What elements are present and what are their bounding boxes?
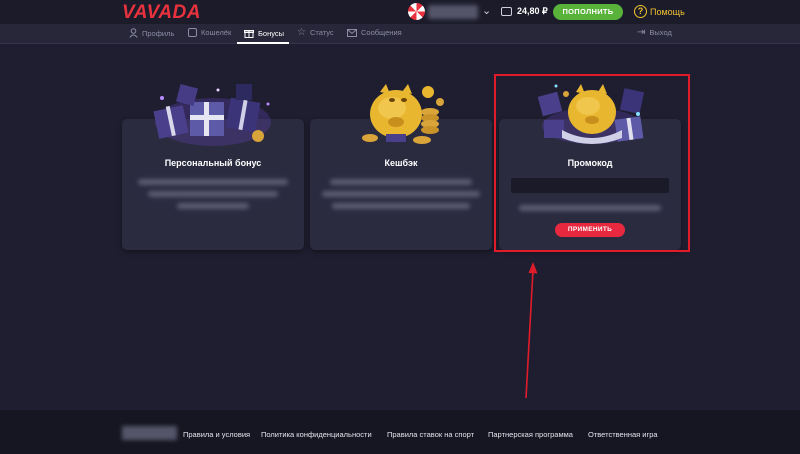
logout-label: Выход [649, 28, 672, 37]
wallet-icon [188, 28, 197, 37]
blurred-description [322, 191, 480, 197]
tab-messages[interactable]: Сообщения [347, 28, 402, 37]
gift-boxes-image [153, 83, 271, 146]
footer-logo-blurred [122, 426, 177, 440]
top-header: VAVADA ⌄ 24,80 ₽ ПОПОЛНИТЬ ? Помощь [0, 0, 800, 24]
tab-profile[interactable]: Профиль [129, 28, 174, 38]
card-title: Персональный бонус [164, 158, 262, 168]
gift-icon [244, 30, 254, 38]
avatar[interactable] [408, 3, 425, 20]
blurred-description [177, 203, 249, 209]
logout-icon: ⇥ [637, 27, 646, 38]
piggy-bank-coins-image [362, 84, 444, 144]
blurred-description [332, 203, 470, 209]
balance: 24,80 ₽ [517, 6, 548, 16]
account-nav: Профиль Кошелёк Бонусы ☆ Статус Сообщени… [0, 24, 800, 44]
wallet-icon [501, 7, 512, 16]
tab-label: Бонусы [258, 28, 285, 38]
tab-label: Сообщения [361, 28, 402, 37]
logout-link[interactable]: ⇥ Выход [637, 27, 672, 38]
active-tab-underline [237, 42, 289, 44]
card-title: Кешбэк [384, 158, 418, 168]
arrow-annotation [525, 262, 538, 399]
tab-wallet[interactable]: Кошелёк [188, 28, 231, 37]
footer-link-affiliate[interactable]: Партнерская программа [488, 430, 573, 439]
help-icon[interactable]: ? [634, 5, 647, 18]
blurred-description [148, 191, 278, 197]
footer-link-sports-rules[interactable]: Правила ставок на спорт [387, 430, 474, 439]
tab-label: Профиль [142, 28, 175, 38]
footer-link-terms[interactable]: Правила и условия [183, 430, 250, 439]
footer-link-responsible-gaming[interactable]: Ответственная игра [588, 430, 658, 439]
promocode-highlight-box [494, 74, 690, 252]
chevron-down-icon[interactable]: ⌄ [482, 4, 491, 17]
mail-icon [347, 28, 357, 37]
help-link[interactable]: Помощь [650, 7, 685, 17]
tab-label: Статус [309, 28, 334, 37]
footer-link-privacy[interactable]: Политика конфиденциальности [261, 430, 372, 439]
blurred-description [138, 179, 288, 185]
vavada-logo[interactable]: VAVADA [122, 2, 201, 24]
tab-label: Кошелёк [201, 28, 232, 37]
user-icon [129, 28, 138, 38]
tab-status[interactable]: ☆ Статус [297, 27, 334, 38]
star-icon: ☆ [297, 27, 306, 38]
deposit-button[interactable]: ПОПОЛНИТЬ [553, 4, 623, 20]
username-blurred [428, 5, 478, 19]
tab-bonuses[interactable]: Бонусы [244, 28, 284, 38]
blurred-description [330, 179, 472, 185]
